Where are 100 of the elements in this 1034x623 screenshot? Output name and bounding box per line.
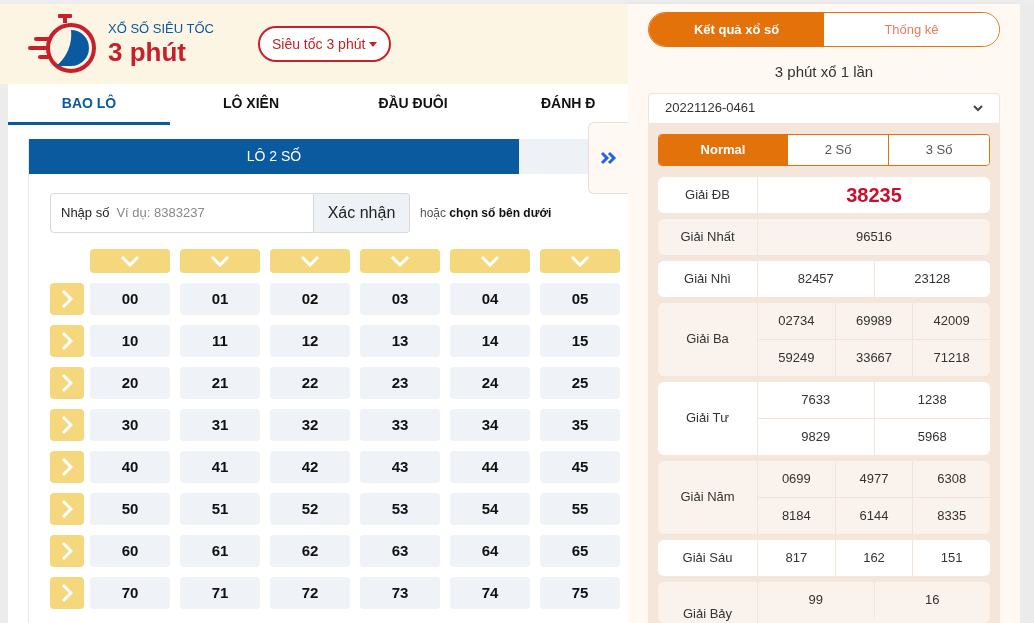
caret-icon bbox=[369, 41, 378, 47]
column-select-button[interactable] bbox=[270, 249, 350, 273]
number-input-field[interactable]: Ví dụ: 8383237 bbox=[116, 203, 313, 223]
number-button[interactable]: 62 bbox=[270, 535, 350, 567]
number-button[interactable]: 23 bbox=[360, 367, 440, 399]
tab[interactable]: ĐÁNH Đ bbox=[494, 84, 628, 125]
number-button[interactable]: 13 bbox=[360, 325, 440, 357]
column-select-button[interactable] bbox=[450, 249, 530, 273]
tab[interactable]: LÔ 2 SỐ bbox=[29, 139, 519, 174]
expand-button[interactable] bbox=[588, 122, 628, 194]
column-select-button[interactable] bbox=[90, 249, 170, 273]
chevron-down-icon bbox=[390, 255, 410, 267]
number-button[interactable]: 40 bbox=[90, 451, 170, 483]
number-button[interactable]: 61 bbox=[180, 535, 260, 567]
tab[interactable]: BAO LÔ bbox=[8, 84, 170, 125]
number-button[interactable]: 73 bbox=[360, 577, 440, 609]
number-button[interactable]: 71 bbox=[180, 577, 260, 609]
chevron-down-icon bbox=[210, 255, 230, 267]
number-button[interactable]: 10 bbox=[90, 325, 170, 357]
number-button[interactable]: 32 bbox=[270, 409, 350, 441]
prize-label: Giải Tư bbox=[658, 381, 758, 455]
row-select-button[interactable] bbox=[50, 367, 84, 399]
number-button[interactable]: 25 bbox=[540, 367, 620, 399]
chevron-down-icon bbox=[480, 255, 500, 267]
number-button[interactable]: 51 bbox=[180, 493, 260, 525]
number-button[interactable]: 53 bbox=[360, 493, 440, 525]
number-button[interactable]: 60 bbox=[90, 535, 170, 567]
prize-label: Giải Sáu bbox=[658, 539, 758, 576]
number-button[interactable]: 34 bbox=[450, 409, 530, 441]
row-select-button[interactable] bbox=[50, 325, 84, 357]
number-button[interactable]: 52 bbox=[270, 493, 350, 525]
number-button[interactable]: 33 bbox=[360, 409, 440, 441]
number-button[interactable]: 15 bbox=[540, 325, 620, 357]
prize-number: 0699 bbox=[780, 469, 812, 488]
prize-number: 151 bbox=[912, 539, 990, 576]
column-select-button[interactable] bbox=[540, 249, 620, 273]
prize-number: 82457 bbox=[796, 269, 835, 288]
mode-tab[interactable]: 2 Số bbox=[787, 134, 888, 165]
number-button[interactable]: 20 bbox=[90, 367, 170, 399]
row-select-button[interactable] bbox=[50, 577, 84, 609]
prize-label: Giải Năm bbox=[658, 460, 758, 534]
row-select-button[interactable] bbox=[50, 409, 84, 441]
number-button[interactable]: 24 bbox=[450, 367, 530, 399]
mode-tab[interactable]: 3 Số bbox=[888, 134, 989, 165]
number-button[interactable]: 22 bbox=[270, 367, 350, 399]
number-button[interactable]: 02 bbox=[270, 283, 350, 315]
number-button[interactable]: 35 bbox=[540, 409, 620, 441]
number-button[interactable]: 55 bbox=[540, 493, 620, 525]
number-button[interactable]: 65 bbox=[540, 535, 620, 567]
number-button[interactable]: 72 bbox=[270, 577, 350, 609]
number-button[interactable]: 04 bbox=[450, 283, 530, 315]
prize-number: 02734 bbox=[777, 311, 816, 330]
row-select-button[interactable] bbox=[50, 283, 84, 315]
prize-number: 6144 bbox=[834, 497, 913, 534]
prize-label: Giải ĐB bbox=[658, 176, 758, 213]
prize-number: 38235 bbox=[845, 182, 903, 208]
column-select-button[interactable] bbox=[180, 249, 260, 273]
number-button[interactable]: 63 bbox=[360, 535, 440, 567]
number-button[interactable]: 01 bbox=[180, 283, 260, 315]
prize-number: 8335 bbox=[912, 497, 990, 534]
prize-number: 71218 bbox=[912, 339, 990, 376]
chevron-down-icon bbox=[973, 104, 983, 112]
number-button[interactable]: 03 bbox=[360, 283, 440, 315]
number-button[interactable]: 70 bbox=[90, 577, 170, 609]
prize-number: 16 bbox=[873, 581, 990, 618]
prize-label: Giải Bảy bbox=[658, 581, 758, 623]
chevron-right-icon bbox=[61, 457, 73, 477]
prize-number: 42009 bbox=[912, 302, 990, 339]
number-button[interactable]: 42 bbox=[270, 451, 350, 483]
draw-select[interactable]: 20221126-0461 bbox=[648, 92, 1000, 124]
prize-number: 96516 bbox=[854, 227, 894, 246]
prize-number: 99 bbox=[807, 590, 824, 609]
number-button[interactable]: 11 bbox=[180, 325, 260, 357]
number-button[interactable]: 43 bbox=[360, 451, 440, 483]
number-button[interactable]: 12 bbox=[270, 325, 350, 357]
number-button[interactable]: 75 bbox=[540, 577, 620, 609]
row-select-button[interactable] bbox=[50, 535, 84, 567]
number-button[interactable]: 74 bbox=[450, 577, 530, 609]
number-button[interactable]: 00 bbox=[90, 283, 170, 315]
number-button[interactable]: 21 bbox=[180, 367, 260, 399]
number-button[interactable]: 30 bbox=[90, 409, 170, 441]
number-button[interactable]: 54 bbox=[450, 493, 530, 525]
number-button[interactable]: 31 bbox=[180, 409, 260, 441]
column-select-button[interactable] bbox=[360, 249, 440, 273]
number-button[interactable]: 05 bbox=[540, 283, 620, 315]
prize-number: 23128 bbox=[873, 260, 990, 297]
tab[interactable]: LÔ XIÊN bbox=[170, 84, 332, 125]
number-button[interactable]: 64 bbox=[450, 535, 530, 567]
number-button[interactable]: 14 bbox=[450, 325, 530, 357]
mode-dropdown[interactable]: Siêu tốc 3 phút bbox=[257, 26, 392, 62]
number-button[interactable]: 41 bbox=[180, 451, 260, 483]
number-button[interactable]: 44 bbox=[450, 451, 530, 483]
number-button[interactable]: 50 bbox=[90, 493, 170, 525]
chevron-down-icon bbox=[300, 255, 320, 267]
confirm-button[interactable]: Xác nhận bbox=[314, 193, 410, 233]
number-button[interactable]: 45 bbox=[540, 451, 620, 483]
row-select-button[interactable] bbox=[50, 493, 84, 525]
number-input[interactable]: Nhập số Ví dụ: 8383237 bbox=[50, 193, 314, 233]
row-select-button[interactable] bbox=[50, 451, 84, 483]
tab[interactable]: ĐẦU ĐUÔI bbox=[332, 84, 494, 125]
